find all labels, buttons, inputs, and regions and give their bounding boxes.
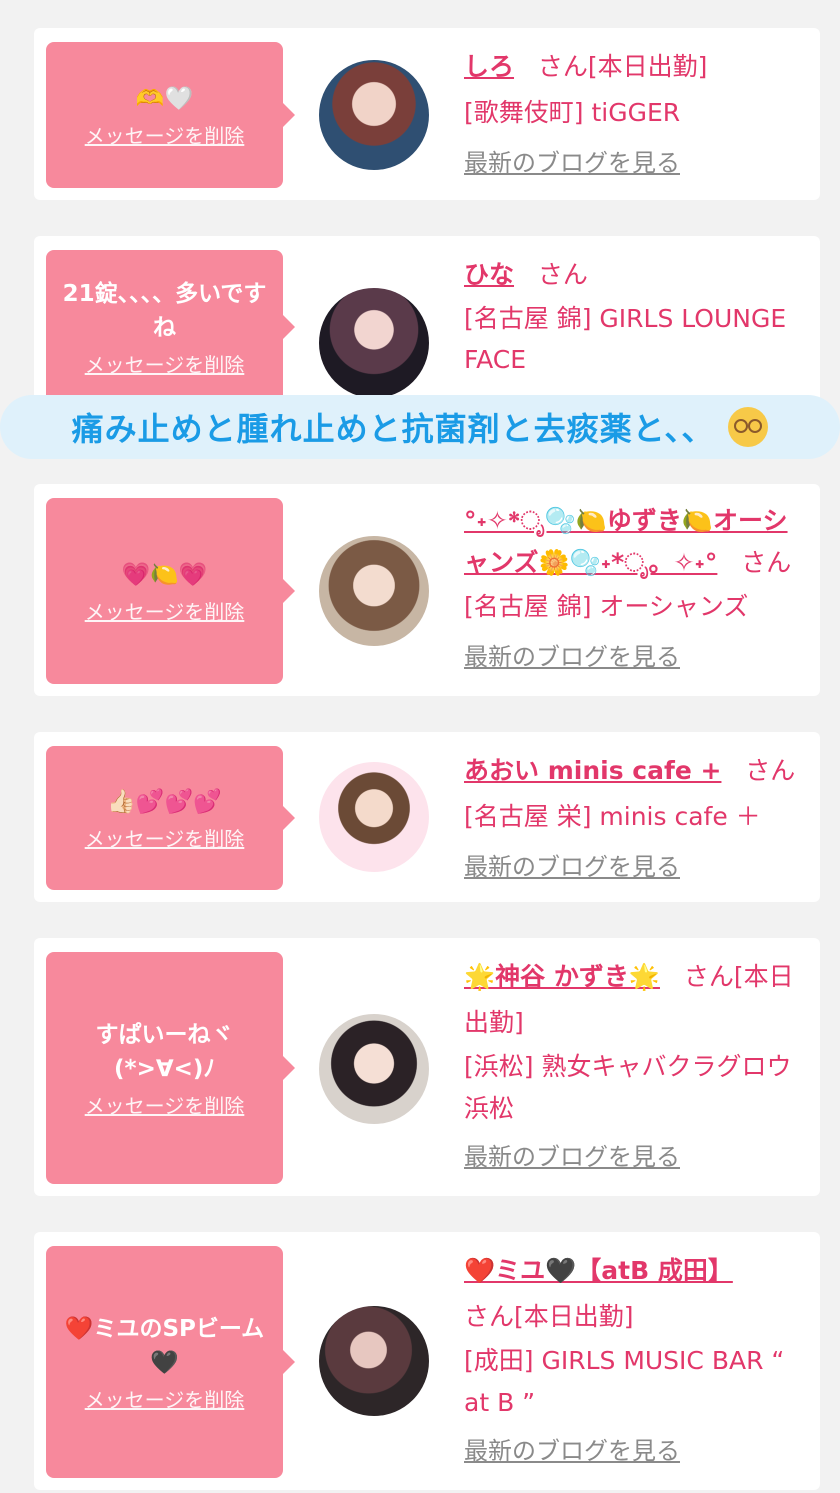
delete-message-link[interactable]: メッセージを削除 <box>85 596 245 625</box>
delete-message-link[interactable]: メッセージを削除 <box>85 1384 245 1413</box>
latest-blog-link[interactable]: 最新のブログを見る <box>464 634 680 680</box>
message-card: 🫶🤍 メッセージを削除 しろ さん[本日出勤] [歌舞伎町] tiGGER 最新… <box>34 28 820 200</box>
message-text: 👍🏻💕💕💕 <box>107 788 222 815</box>
cast-suffix: さん <box>741 548 792 577</box>
message-bubble: すぱいーねヾ(*>∀<)ﾉ メッセージを削除 <box>46 952 295 1184</box>
message-card: すぱいーねヾ(*>∀<)ﾉ メッセージを削除 🌟神谷 かずき🌟 さん[本日出勤]… <box>34 938 820 1196</box>
message-card: ❤️ミユのSPビーム🖤 メッセージを削除 ❤️ミユ🖤【atB 成田】 さん[本日… <box>34 1232 820 1490</box>
message-text: 21錠、、、、多いですね <box>62 280 267 341</box>
notification-banner[interactable]: 痛み止めと腫れ止めと抗菌剤と去痰薬と、、 <box>0 395 840 459</box>
cast-name-link[interactable]: °˖✧*ೃ🫧🍋ゆずき🍋オーシャンズ🌼🫧˖*ೃ。✧˖° <box>464 506 788 577</box>
delete-message-link[interactable]: メッセージを削除 <box>85 120 245 149</box>
avatar[interactable] <box>319 1306 429 1416</box>
message-bubble: 💗🍋💗 メッセージを削除 <box>46 498 295 684</box>
shop-name: [浜松] 熟女キャバクラグロウ 浜松 <box>464 1052 792 1123</box>
message-card: 💗🍋💗 メッセージを削除 °˖✧*ೃ🫧🍋ゆずき🍋オーシャンズ🌼🫧˖*ೃ。✧˖° … <box>34 484 820 696</box>
cast-suffix: さん <box>745 756 796 785</box>
cast-suffix: さん <box>537 260 588 289</box>
cast-info: あおい minis cafe + さん [名古屋 栄] minis cafe ＋… <box>464 748 800 890</box>
cast-name-link[interactable]: ❤️ミユ🖤【atB 成田】 <box>464 1256 733 1285</box>
delete-message-link[interactable]: メッセージを削除 <box>85 1090 245 1119</box>
avatar[interactable] <box>319 60 429 170</box>
latest-blog-link[interactable]: 最新のブログを見る <box>464 1428 680 1474</box>
banner-text: 痛み止めと腫れ止めと抗菌剤と去痰薬と、、 <box>71 410 715 448</box>
cast-name-link[interactable]: あおい minis cafe + <box>464 756 721 785</box>
avatar[interactable] <box>319 1014 429 1124</box>
avatar[interactable] <box>319 288 429 398</box>
message-card: 👍🏻💕💕💕 メッセージを削除 あおい minis cafe + さん [名古屋 … <box>34 732 820 902</box>
avatar[interactable] <box>319 536 429 646</box>
message-text: 💗🍋💗 <box>121 561 208 588</box>
message-bubble: 🫶🤍 メッセージを削除 <box>46 42 295 188</box>
cast-info: しろ さん[本日出勤] [歌舞伎町] tiGGER 最新のブログを見る <box>464 44 800 186</box>
message-text: 🫶🤍 <box>135 85 194 112</box>
delete-message-link[interactable]: メッセージを削除 <box>85 349 245 378</box>
cast-info: °˖✧*ೃ🫧🍋ゆずき🍋オーシャンズ🌼🫧˖*ೃ。✧˖° さん [名古屋 錦] オー… <box>464 500 800 680</box>
avatar[interactable] <box>319 762 429 872</box>
cast-name-link[interactable]: しろ <box>464 52 514 81</box>
message-bubble: 👍🏻💕💕💕 メッセージを削除 <box>46 746 295 890</box>
cast-name-link[interactable]: ひな <box>464 260 514 289</box>
cast-suffix: さん[本日出勤] <box>537 52 708 81</box>
latest-blog-link[interactable]: 最新のブログを見る <box>464 140 680 186</box>
message-text: すぱいーねヾ(*>∀<)ﾉ <box>95 1021 234 1082</box>
message-card: 21錠、、、、多いですね メッセージを削除 ひな さん [名古屋 錦] GIRL… <box>34 236 820 416</box>
cast-info: ❤️ミユ🖤【atB 成田】 さん[本日出勤] [成田] GIRLS MUSIC … <box>464 1248 800 1474</box>
message-text: ❤️ミユのSPビーム🖤 <box>64 1315 265 1376</box>
shop-name: [名古屋 栄] minis cafe ＋ <box>464 802 761 831</box>
shop-name: [名古屋 錦] オーシャンズ <box>464 592 749 621</box>
message-bubble: 21錠、、、、多いですね メッセージを削除 <box>46 250 295 404</box>
shop-name: [歌舞伎町] tiGGER <box>464 98 681 127</box>
shop-name: [名古屋 錦] GIRLS LOUNGE FACE <box>464 304 787 374</box>
cast-name-link[interactable]: 🌟神谷 かずき🌟 <box>464 962 660 991</box>
dizzy-face-icon <box>728 407 769 447</box>
delete-message-link[interactable]: メッセージを削除 <box>85 823 245 852</box>
shop-name: [成田] GIRLS MUSIC BAR “ at B ” <box>464 1346 785 1417</box>
latest-blog-link[interactable]: 最新のブログを見る <box>464 844 680 890</box>
message-bubble: ❤️ミユのSPビーム🖤 メッセージを削除 <box>46 1246 295 1478</box>
latest-blog-link[interactable]: 最新のブログを見る <box>464 1134 680 1180</box>
cast-info: 🌟神谷 かずき🌟 さん[本日出勤] [浜松] 熟女キャバクラグロウ 浜松 最新の… <box>464 954 800 1180</box>
cast-suffix: さん[本日出勤] <box>464 1302 634 1331</box>
cast-info: ひな さん [名古屋 錦] GIRLS LOUNGE FACE <box>464 252 800 380</box>
